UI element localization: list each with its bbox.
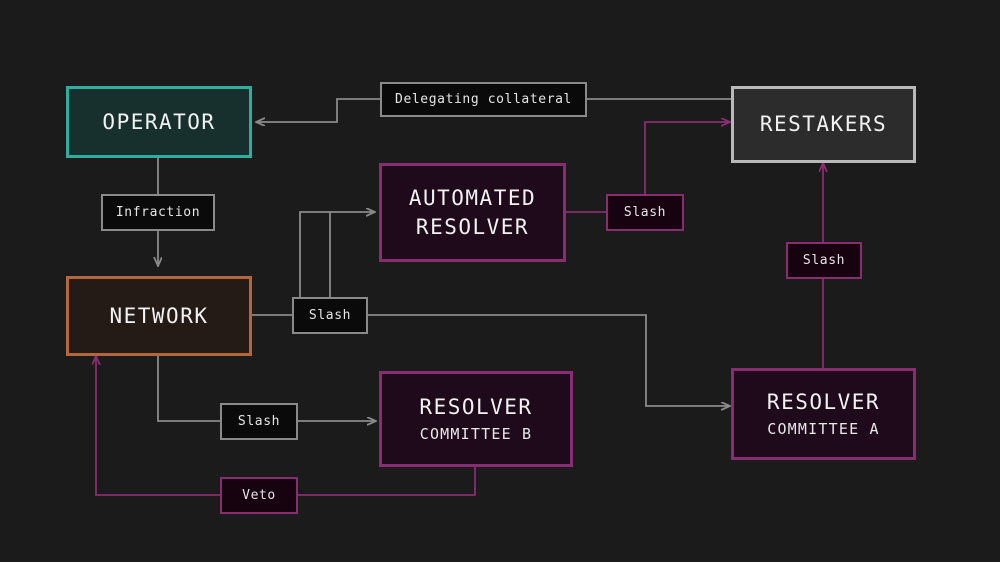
label-veto: Veto [220, 477, 298, 514]
label-slash-automated-resolver: Slash [606, 194, 684, 231]
label-slash-automated-resolver-text: Slash [623, 205, 667, 220]
node-automated-resolver[interactable]: AUTOMATED RESOLVER [379, 163, 566, 262]
label-slash-committee-a: Slash [786, 242, 862, 279]
label-delegating-collateral-text: Delegating collateral [395, 92, 572, 107]
wire-slash-riser-left [299, 211, 330, 297]
node-operator[interactable]: OPERATOR [66, 86, 252, 158]
label-veto-text: Veto [242, 488, 276, 503]
label-infraction-text: Infraction [115, 205, 201, 220]
node-network[interactable]: NETWORK [66, 276, 252, 356]
wire-slash-to-restakers [644, 122, 730, 194]
node-resolver-committee-a[interactable]: RESOLVER COMMITTEE A [731, 368, 916, 460]
node-resolver-committee-b-sub: COMMITTEE B [419, 424, 533, 443]
label-slash-committee-b-text: Slash [237, 414, 281, 429]
label-slash-network: Slash [292, 297, 368, 334]
diagram-canvas: OPERATOR NETWORK RESTAKERS AUTOMATED RES… [0, 0, 1000, 562]
node-resolver-committee-b[interactable]: RESOLVER COMMITTEE B [379, 371, 573, 467]
node-automated-resolver-line2: RESOLVER [415, 214, 530, 239]
node-network-title: NETWORK [109, 303, 209, 328]
label-slash-committee-b: Slash [220, 403, 298, 440]
label-infraction: Infraction [101, 194, 215, 231]
node-resolver-committee-a-sub: COMMITTEE A [767, 419, 880, 438]
node-automated-resolver-title: AUTOMATED [408, 186, 537, 211]
label-slash-committee-a-text: Slash [802, 253, 846, 268]
label-delegating-collateral: Delegating collateral [380, 82, 587, 117]
node-operator-title: OPERATOR [102, 109, 216, 134]
wire-slash-to-automated-resolver [329, 212, 375, 297]
label-slash-network-text: Slash [308, 308, 352, 323]
wire-veto-to-network [96, 356, 220, 496]
node-restakers-title: RESTAKERS [759, 112, 888, 137]
node-resolver-committee-b-title: RESOLVER [419, 395, 533, 420]
node-restakers[interactable]: RESTAKERS [731, 86, 916, 163]
wire-collateral-to-operator [256, 98, 380, 122]
wire-network-down-to-slash-b [157, 356, 220, 422]
node-resolver-committee-a-title: RESOLVER [766, 390, 881, 415]
wire-committee-b-to-veto [298, 467, 476, 496]
